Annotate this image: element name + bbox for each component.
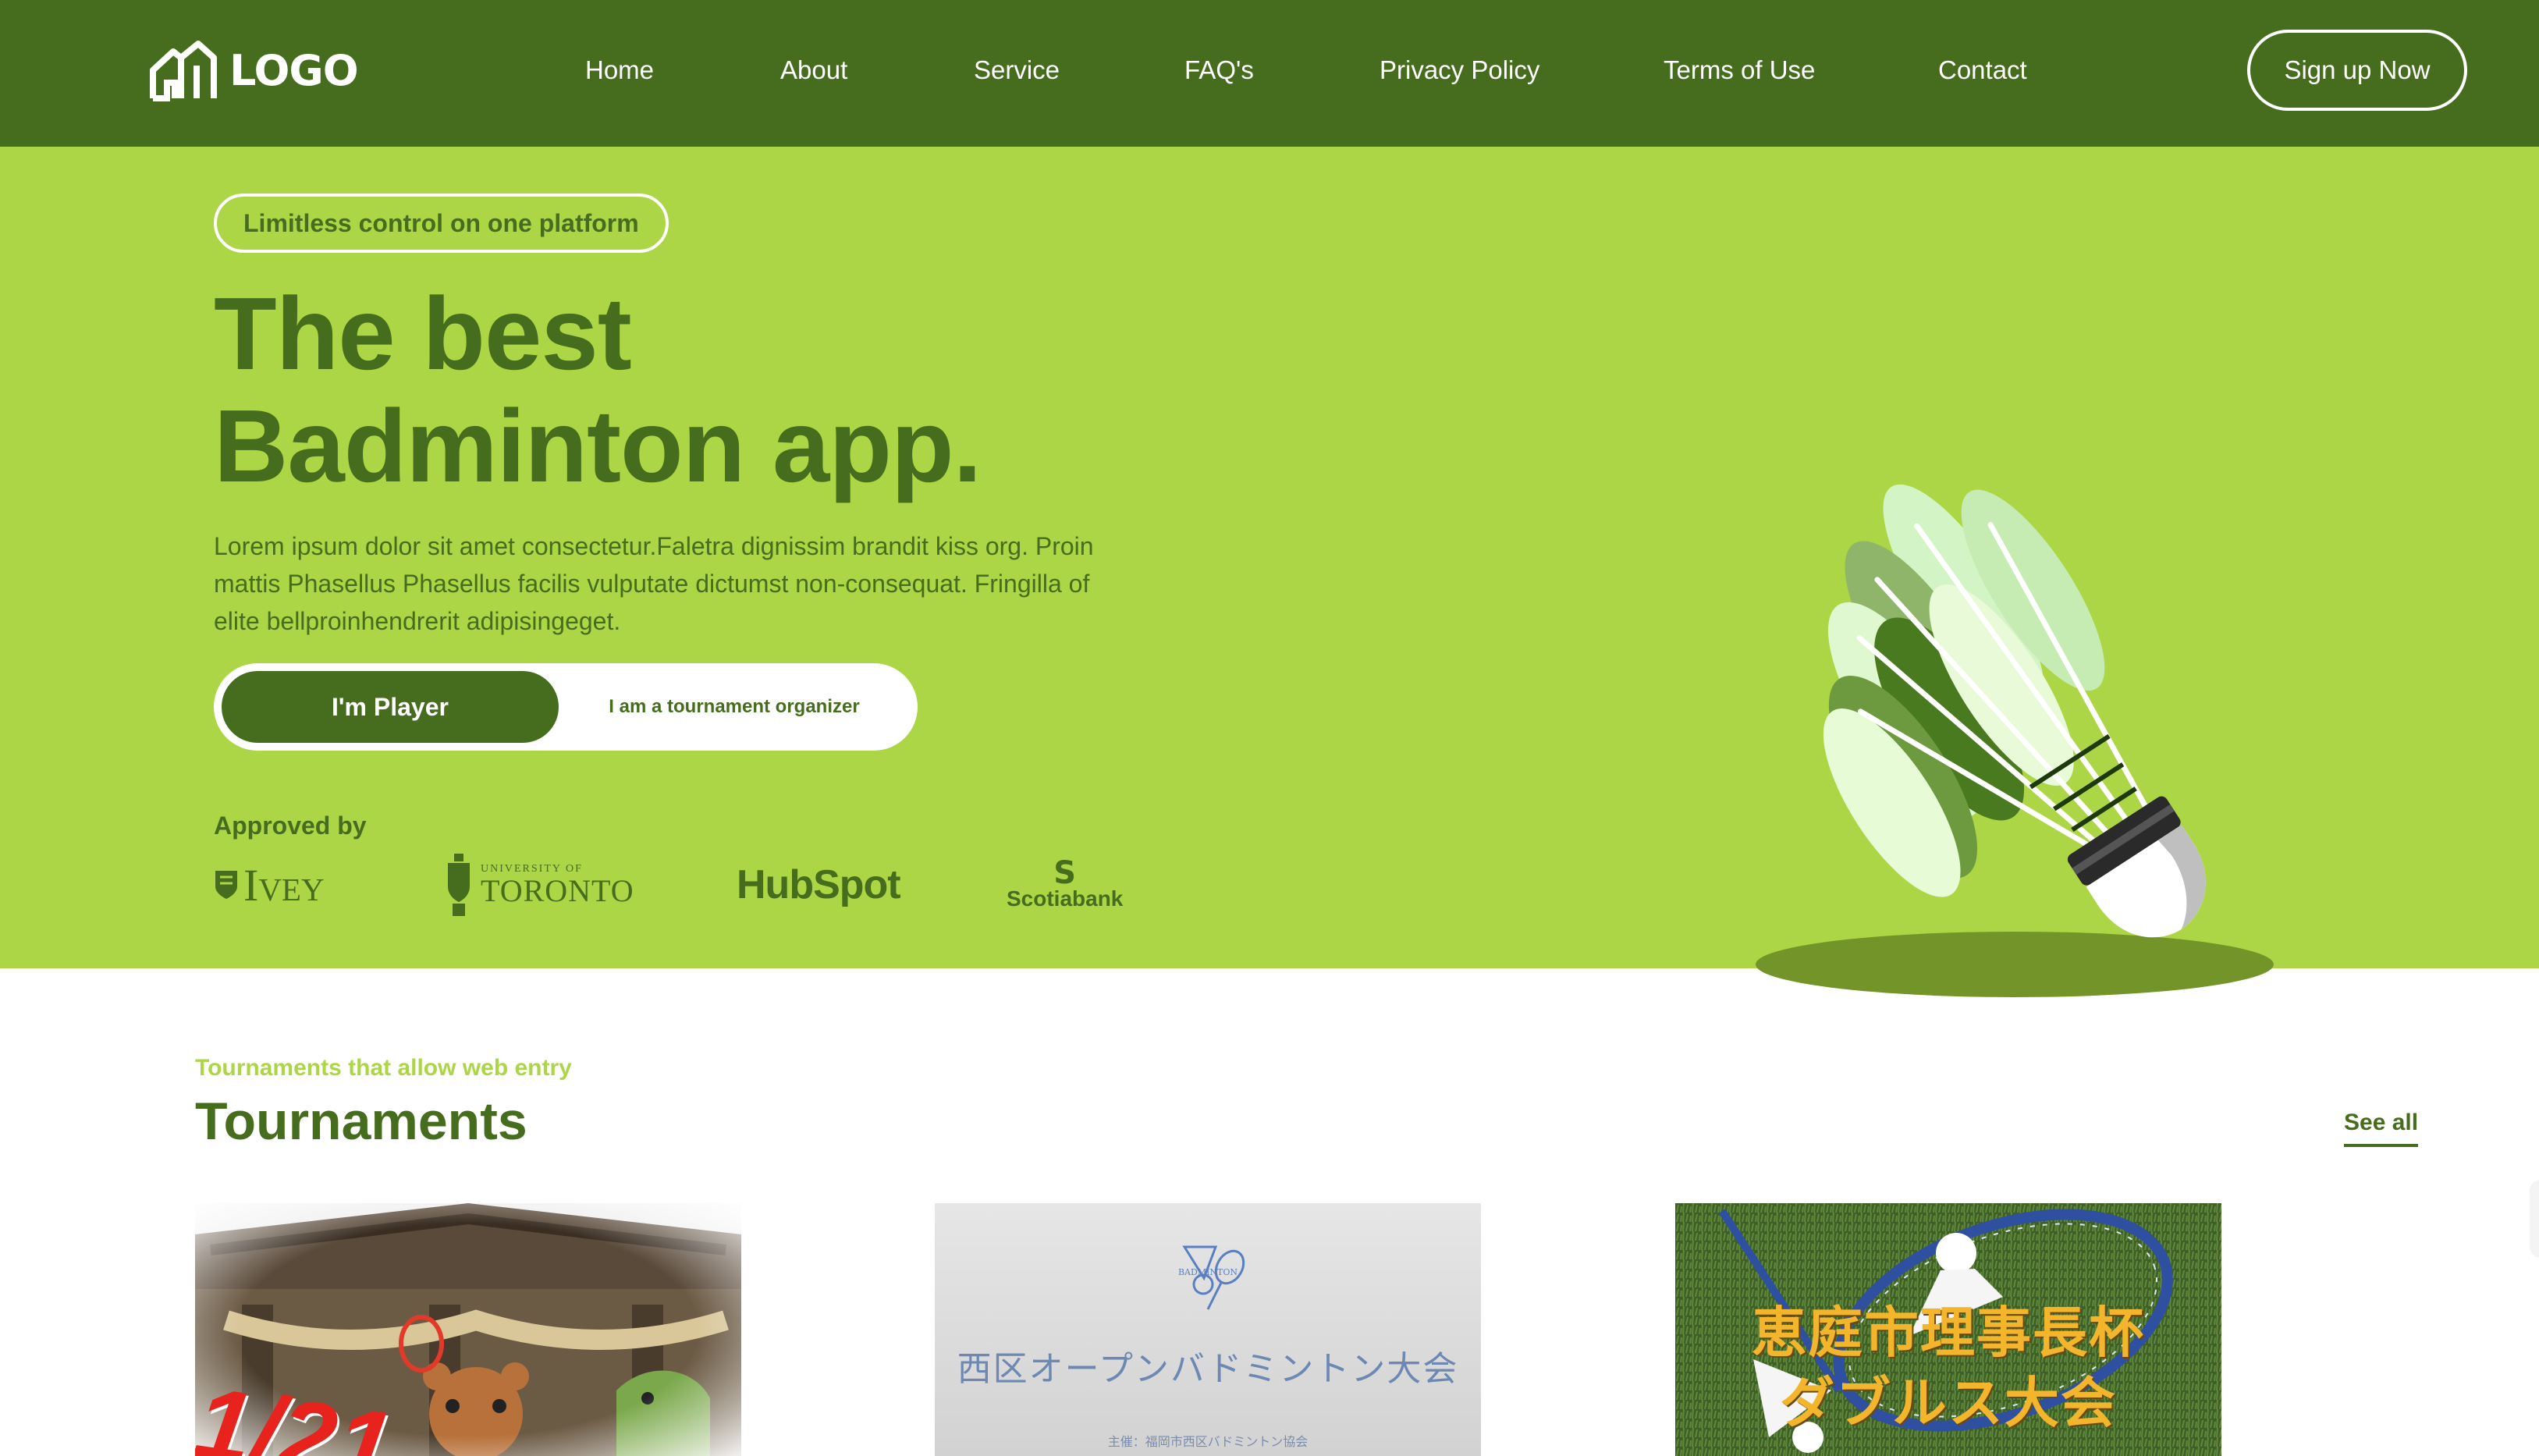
- see-all-link[interactable]: See all: [2344, 1110, 2419, 1147]
- card-2-title: 西区オープンバドミントン大会: [957, 1349, 1459, 1389]
- hero-tag: Limitless control on one platform: [214, 194, 669, 253]
- badminton-logo-text: BADMINTON: [1178, 1267, 1238, 1277]
- tournaments-title: Tournaments: [195, 1092, 527, 1151]
- hero-description: Lorem ipsum dolor sit amet consectetur.F…: [214, 527, 1135, 640]
- tournament-card-2[interactable]: BADMINTON 西区オープンバドミントン大会 主催：福岡市西区バドミントン協…: [935, 1203, 1481, 1456]
- hero-title-line-2: Badminton app.: [214, 389, 982, 503]
- site-logo[interactable]: LOGO: [150, 39, 359, 101]
- toronto-wordmark: UNIVERSITY OF TORONTO: [481, 863, 634, 907]
- partner-logo-ivey: Ivey: [214, 849, 325, 921]
- sign-up-button[interactable]: Sign up Now: [2247, 30, 2467, 111]
- shuttlecock-icon: [1756, 484, 2274, 997]
- approved-by-label: Approved by: [214, 811, 367, 840]
- tournament-card-3[interactable]: 恵庭市理事長杯 ダブルス大会: [1675, 1203, 2221, 1456]
- nav-link-contact[interactable]: Contact: [1938, 55, 2027, 85]
- nav-link-home[interactable]: Home: [585, 55, 654, 85]
- shuttlecock-illustration: [1748, 287, 2294, 1005]
- hero-description-line-3: elite bellproinhendrerit adipisingeget.: [214, 607, 621, 635]
- logo-text: LOGO: [229, 45, 359, 95]
- navbar: LOGO Home About Service FAQ's Privacy Po…: [0, 0, 2539, 147]
- role-organizer-button[interactable]: I am a tournament organizer: [559, 671, 910, 743]
- card-3-title-line-2: ダブルス大会: [1780, 1370, 2117, 1435]
- tournament-card-1[interactable]: 1/21: [195, 1203, 741, 1456]
- hero-description-line-2: mattis Phasellus Phasellus facilis vulpu…: [214, 570, 1090, 598]
- partner-logo-hubspot: HubSpot: [737, 862, 901, 907]
- nav-link-service[interactable]: Service: [974, 55, 1060, 85]
- role-player-button[interactable]: I'm Player: [222, 671, 559, 743]
- nav-link-terms-of-use[interactable]: Terms of Use: [1664, 55, 1815, 85]
- ivey-shield-icon: [215, 871, 237, 899]
- tournaments-eyebrow: Tournaments that allow web entry: [195, 1055, 572, 1081]
- partner-logo-toronto: UNIVERSITY OF TORONTO: [445, 849, 634, 921]
- hero-title: The best Badminton app.: [214, 276, 982, 503]
- hero-section: Limitless control on one platform The be…: [0, 147, 2539, 997]
- scotiabank-text: Scotiabank: [1007, 886, 1124, 911]
- card-2-subtitle: 主催：福岡市西区バドミントン協会: [1107, 1434, 1309, 1449]
- role-toggle: I'm Player I am a tournament organizer: [214, 663, 918, 751]
- hero-description-line-1: Lorem ipsum dolor sit amet consectetur.F…: [214, 532, 1094, 560]
- scroll-edge-tab[interactable]: [2530, 1180, 2539, 1258]
- toronto-crest-icon: [448, 854, 470, 916]
- nav-link-about[interactable]: About: [780, 55, 847, 85]
- card-3-title-line-1: 恵庭市理事長杯: [1752, 1300, 2145, 1365]
- badminton-logo-icon: BADMINTON: [1178, 1245, 1245, 1310]
- partner-logo-scotiabank: S Scotiabank: [1007, 849, 1123, 921]
- scotiabank-s-icon: S: [1053, 855, 1077, 891]
- nav-link-faqs[interactable]: FAQ's: [1184, 55, 1254, 85]
- toronto-big-text: TORONTO: [481, 873, 634, 908]
- ivey-text: Ivey: [243, 859, 325, 911]
- hero-title-line-1: The best: [214, 276, 632, 391]
- nav-link-privacy-policy[interactable]: Privacy Policy: [1380, 55, 1539, 85]
- house-logo-icon: [150, 41, 217, 101]
